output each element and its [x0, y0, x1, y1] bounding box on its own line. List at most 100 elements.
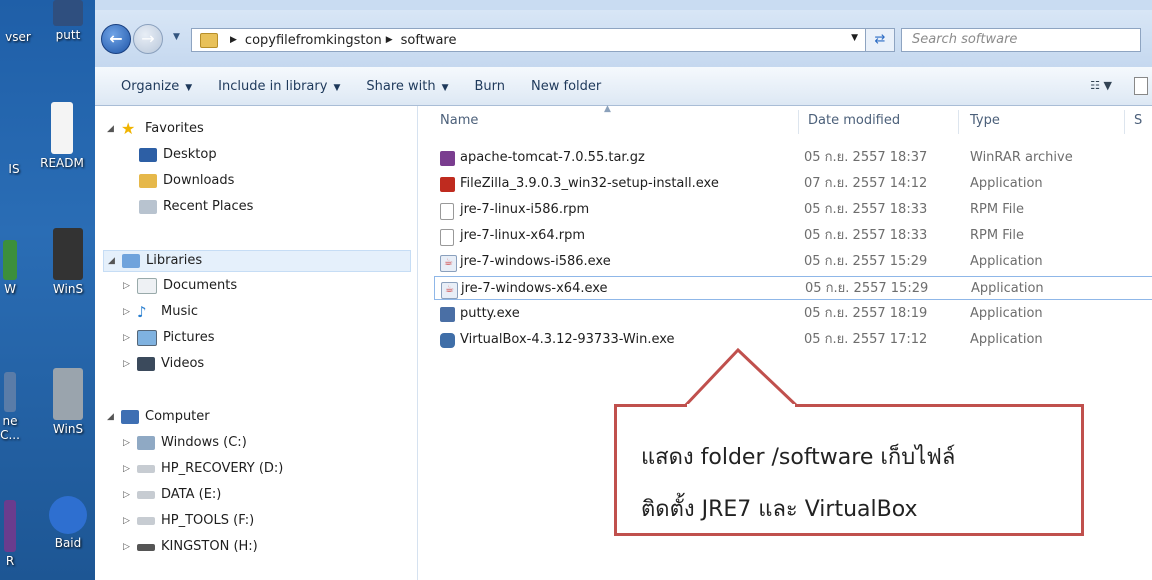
share-with-button[interactable]: Share with ▼: [366, 79, 448, 94]
blank-file-icon: [440, 229, 454, 246]
collapse-triangle-icon[interactable]: ▷: [123, 536, 137, 558]
address-input[interactable]: ▶ copyfilefromkingston ▶ software ▼: [191, 28, 891, 52]
chevron-right-icon[interactable]: ▶: [230, 35, 237, 45]
nav-desktop[interactable]: Desktop: [139, 144, 217, 166]
column-header-name[interactable]: Name: [440, 106, 478, 136]
column-divider[interactable]: [958, 110, 959, 134]
nav-drive-e[interactable]: ▷ DATA (E:): [123, 484, 221, 506]
nav-videos[interactable]: ▷ Videos: [123, 353, 204, 375]
collapse-triangle-icon[interactable]: ▷: [123, 432, 137, 454]
nav-documents[interactable]: ▷ Documents: [123, 275, 237, 297]
expand-triangle-icon[interactable]: ◢: [108, 250, 122, 272]
file-name: VirtualBox-4.3.12-93733-Win.exe: [460, 332, 675, 347]
file-date: 05 ก.ย. 2557 18:19: [804, 306, 928, 321]
nav-computer[interactable]: ◢ Computer: [107, 406, 210, 428]
nav-drive-f[interactable]: ▷ HP_TOOLS (F:): [123, 510, 254, 532]
search-input[interactable]: Search software: [901, 28, 1141, 52]
desktop-icon-w[interactable]: W: [0, 240, 34, 296]
include-in-library-button[interactable]: Include in library ▼: [218, 79, 340, 94]
column-header-type[interactable]: Type: [970, 106, 1000, 136]
new-folder-button[interactable]: New folder: [531, 79, 601, 94]
file-row[interactable]: putty.exe 05 ก.ย. 2557 18:19 Application: [434, 302, 1152, 326]
refresh-button[interactable]: ⇄: [865, 28, 895, 52]
title-bar[interactable]: [95, 0, 1152, 10]
file-row[interactable]: FileZilla_3.9.0.3_win32-setup-install.ex…: [434, 172, 1152, 196]
column-divider[interactable]: [1124, 110, 1125, 134]
nav-label: DATA (E:): [161, 487, 222, 502]
forward-button[interactable]: →: [133, 24, 163, 54]
nav-drive-d[interactable]: ▷ HP_RECOVERY (D:): [123, 458, 283, 480]
downloads-icon: [139, 174, 157, 188]
burn-button[interactable]: Burn: [475, 79, 506, 94]
collapse-triangle-icon[interactable]: ▷: [123, 275, 137, 297]
desktop-icon-putty[interactable]: putt: [44, 0, 92, 42]
column-divider[interactable]: [798, 110, 799, 134]
file-date: 05 ก.ย. 2557 17:12: [804, 332, 928, 347]
desktop-icon-baidu[interactable]: Baid: [44, 496, 92, 550]
nav-libraries[interactable]: ◢ Libraries: [103, 250, 411, 272]
desktop-icon-label: W: [4, 282, 16, 296]
collapse-triangle-icon[interactable]: ▷: [123, 484, 137, 506]
file-row[interactable]: VirtualBox-4.3.12-93733-Win.exe 05 ก.ย. …: [434, 328, 1152, 352]
collapse-triangle-icon[interactable]: ▷: [123, 353, 137, 375]
callout-box: แสดง folder /software เก็บไฟล์ ติดตั้ง J…: [614, 404, 1084, 536]
desktop-icon-winscp-1[interactable]: WinS: [44, 228, 92, 296]
preview-pane-button[interactable]: [1134, 77, 1148, 95]
breadcrumb-software[interactable]: software: [401, 33, 457, 48]
nav-downloads[interactable]: Downloads: [139, 170, 234, 192]
breadcrumb-copyfilefromkingston[interactable]: copyfilefromkingston: [245, 33, 382, 48]
collapse-triangle-icon[interactable]: ▷: [123, 327, 137, 349]
file-row[interactable]: ☕ jre-7-windows-x64.exe 05 ก.ย. 2557 15:…: [434, 276, 1152, 300]
java-icon: ☕: [441, 282, 458, 299]
expand-triangle-icon[interactable]: ◢: [107, 118, 121, 140]
desktop-icon-winscp-2[interactable]: WinS: [44, 368, 92, 436]
pictures-icon: [137, 330, 157, 346]
file-row[interactable]: jre-7-linux-i586.rpm 05 ก.ย. 2557 18:33 …: [434, 198, 1152, 222]
desktop-icon-ne[interactable]: ne C...: [0, 372, 34, 442]
music-icon: ♪: [137, 303, 147, 321]
nav-label: HP_TOOLS (F:): [161, 513, 255, 528]
computer-icon: [121, 410, 139, 424]
videos-icon: [137, 357, 155, 371]
nav-label: Videos: [161, 356, 205, 371]
desktop-icon-readme[interactable]: READM: [38, 102, 86, 170]
desktop-icon-label: ne C...: [0, 414, 20, 442]
chevron-down-icon: ▼: [185, 82, 193, 93]
organize-button[interactable]: Organize ▼: [121, 79, 192, 94]
back-button[interactable]: ←: [101, 24, 131, 54]
address-dropdown-icon[interactable]: ▼: [851, 33, 858, 43]
change-view-button[interactable]: ☷ ▼: [1090, 79, 1112, 92]
nav-pictures[interactable]: ▷ Pictures: [123, 327, 214, 349]
putty-icon: [440, 307, 455, 322]
column-header-size[interactable]: S: [1134, 106, 1142, 136]
file-date: 05 ก.ย. 2557 18:33: [804, 228, 928, 243]
collapse-triangle-icon[interactable]: ▷: [123, 458, 137, 480]
desktop-icon-browser[interactable]: vser: [0, 30, 42, 44]
chevron-down-icon: ▼: [333, 82, 341, 93]
expand-triangle-icon[interactable]: ◢: [107, 406, 121, 428]
file-date: 05 ก.ย. 2557 18:33: [804, 202, 928, 217]
chevron-right-icon[interactable]: ▶: [386, 35, 393, 45]
nav-drive-h[interactable]: ▷ KINGSTON (H:): [123, 536, 258, 558]
file-row[interactable]: jre-7-linux-x64.rpm 05 ก.ย. 2557 18:33 R…: [434, 224, 1152, 248]
file-type: Application: [970, 332, 1043, 347]
desktop-icon-r[interactable]: R: [0, 500, 34, 568]
gear-icon: [53, 368, 83, 420]
recent-pages-dropdown[interactable]: ▼: [173, 32, 180, 42]
nav-recent-places[interactable]: Recent Places: [139, 196, 253, 218]
java-icon: ☕: [440, 255, 457, 272]
winrar-icon: [440, 151, 455, 166]
file-date: 05 ก.ย. 2557 15:29: [805, 281, 929, 296]
collapse-triangle-icon[interactable]: ▷: [123, 301, 137, 323]
collapse-triangle-icon[interactable]: ▷: [123, 510, 137, 532]
column-header-date[interactable]: Date modified: [808, 106, 900, 136]
documents-icon: [137, 278, 157, 294]
desktop-icon-label: putt: [55, 28, 81, 42]
file-row[interactable]: ☕ jre-7-windows-i586.exe 05 ก.ย. 2557 15…: [434, 250, 1152, 274]
nav-drive-c[interactable]: ▷ Windows (C:): [123, 432, 247, 454]
nav-favorites[interactable]: ◢ ★ Favorites: [107, 118, 204, 140]
nav-music[interactable]: ▷ ♪ Music: [123, 301, 198, 323]
file-row[interactable]: apache-tomcat-7.0.55.tar.gz 05 ก.ย. 2557…: [434, 146, 1152, 170]
desktop-icon-is[interactable]: IS: [0, 162, 38, 176]
blank-file-icon: [440, 203, 454, 220]
